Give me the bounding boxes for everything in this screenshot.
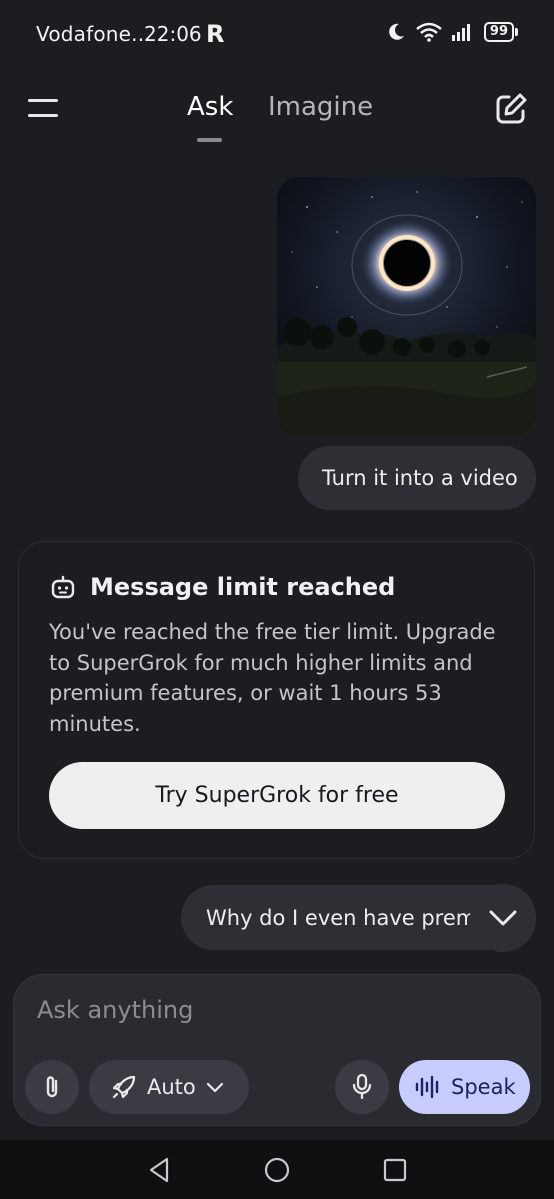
active-tab-indicator [197,138,222,142]
back-triangle-icon[interactable] [145,1155,175,1185]
mode-selector-button[interactable]: Auto [89,1060,249,1114]
hamburger-menu-icon[interactable] [28,97,58,121]
card-body-text: You've reached the free tier limit. Upgr… [49,620,496,736]
waveform-icon [415,1075,439,1099]
status-app-badge: R [206,20,225,48]
robot-face-icon [51,575,75,599]
black-hole-image [277,177,536,436]
microphone-icon [352,1073,372,1100]
scroll-down-button[interactable] [470,884,536,952]
try-supergrok-button[interactable]: Try SuperGrok for free [49,762,505,829]
card-title: Message limit reached [90,573,396,601]
paperclip-icon [46,1076,58,1098]
chevron-down-icon [489,910,517,926]
mode-label: Auto [147,1075,196,1099]
rocket-icon [112,1075,136,1099]
signal-icon [451,24,470,41]
status-time: 22:06 [144,22,202,46]
speak-label: Speak [451,1075,516,1099]
recents-square-icon[interactable] [380,1155,410,1185]
home-circle-icon[interactable] [262,1155,292,1185]
tab-ask[interactable]: Ask [187,92,233,122]
user-image-message[interactable] [277,177,536,436]
status-icons: 99 [386,22,518,42]
battery-level: 99 [483,22,514,42]
moon-icon [389,23,404,40]
battery-icon: 99 [483,22,518,42]
edit-icon[interactable] [494,92,528,126]
microphone-button[interactable] [335,1060,389,1114]
user-message-bubble[interactable]: Turn it into a video [298,446,536,510]
chevron-down-icon [206,1082,223,1093]
tab-imagine[interactable]: Imagine [268,92,373,122]
status-carrier: Vodafone... [36,22,151,46]
ask-input[interactable] [37,990,497,1030]
attach-button[interactable] [25,1060,79,1114]
wifi-icon [416,22,442,42]
speak-button[interactable]: Speak [399,1060,530,1114]
